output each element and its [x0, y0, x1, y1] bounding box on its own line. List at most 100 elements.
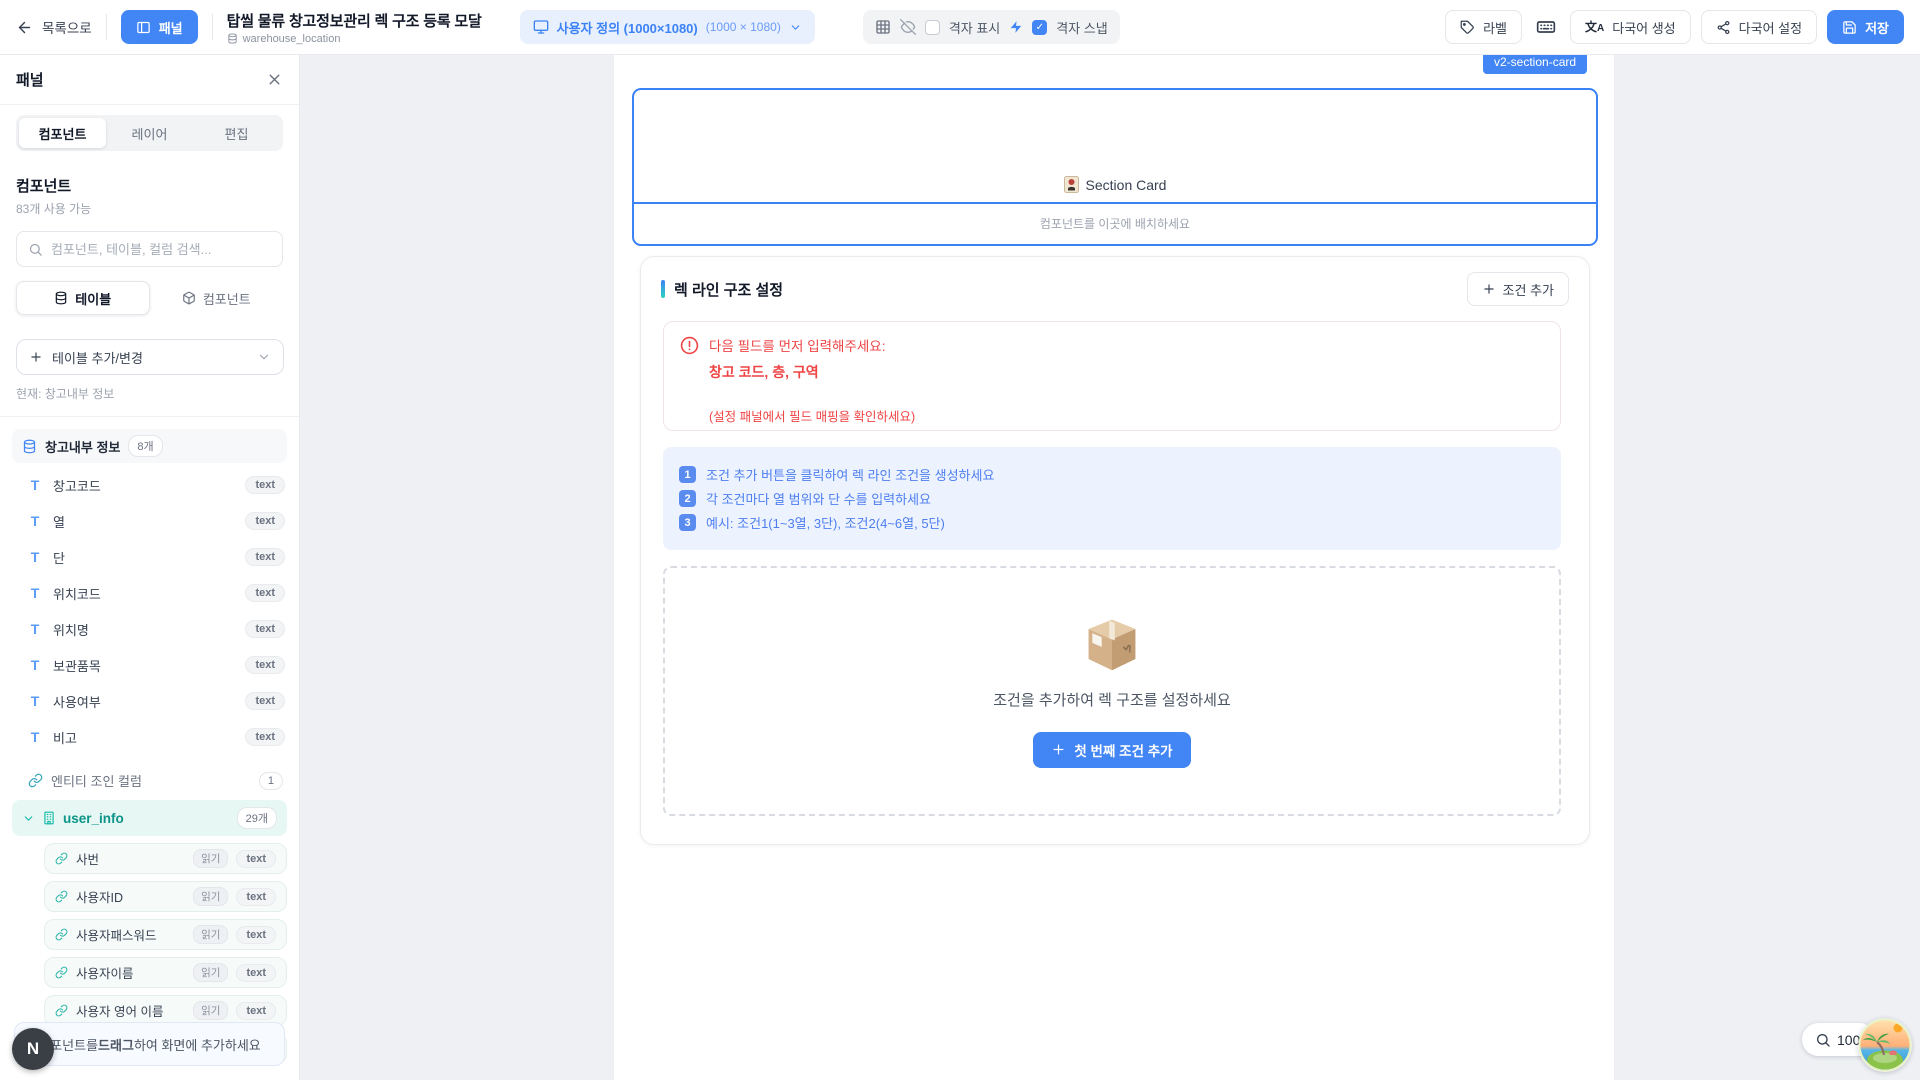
source-tabs: 테이블 컴포넌트	[16, 281, 283, 315]
app-logo-badge[interactable]: N	[12, 1028, 54, 1070]
database-icon	[54, 291, 68, 305]
join-field-row[interactable]: 사용자ID 읽기 text	[44, 881, 287, 912]
join-table-name: user_info	[63, 811, 230, 826]
eye-off-icon[interactable]	[900, 19, 916, 35]
keyboard-shortcuts-button[interactable]	[1532, 17, 1560, 37]
text-type-icon: T	[28, 477, 42, 493]
keyboard-icon	[1536, 17, 1556, 37]
join-field-row[interactable]: 사용자패스워드 읽기 text	[44, 919, 287, 950]
join-table-count-badge: 29개	[237, 807, 277, 829]
section-card-dropzone[interactable]: 컴포넌트를 이곳에 배치하세요	[634, 202, 1596, 242]
page-title-block: 탑씰 물류 창고정보관리 렉 구조 등록 모달 warehouse_locati…	[227, 10, 482, 45]
add-first-condition-button[interactable]: 첫 번째 조건 추가	[1033, 732, 1190, 768]
grid-icon	[875, 19, 891, 35]
join-field-row[interactable]: 사번 읽기 text	[44, 843, 287, 874]
grid-snap-checkbox[interactable]: ✓	[1032, 20, 1047, 35]
field-row[interactable]: T창고코드text	[0, 467, 299, 503]
text-type-icon: T	[28, 585, 42, 601]
add-condition-button[interactable]: 조건 추가	[1467, 272, 1569, 306]
readonly-badge: 읽기	[193, 849, 228, 868]
grid-controls: 격자 표시 ✓ 격자 스냅	[863, 10, 1120, 44]
panel-header: 패널	[0, 55, 299, 105]
panel-button-label: 패널	[159, 18, 183, 37]
field-row[interactable]: T열text	[0, 503, 299, 539]
table-group-name: 창고내부 정보	[45, 437, 120, 456]
join-field-row[interactable]: 사용자이름 읽기 text	[44, 957, 287, 988]
label-button[interactable]: 라벨	[1445, 10, 1522, 44]
search-icon	[28, 242, 43, 257]
source-tab-components-label: 컴포넌트	[203, 289, 251, 308]
field-row[interactable]: T위치코드text	[0, 575, 299, 611]
i18n-generate-text: 다국어 생성	[1612, 18, 1675, 37]
link-icon	[55, 890, 68, 903]
field-row[interactable]: T위치명text	[0, 611, 299, 647]
components-count: 83개 사용 가능	[16, 200, 283, 217]
text-type-icon: T	[28, 657, 42, 673]
drag-hint-bar: 컴포넌트를 드래그하여 화면에 추가하세요	[14, 1022, 285, 1066]
divider	[106, 14, 107, 40]
table-name-label: warehouse_location	[243, 33, 341, 45]
type-badge: text	[236, 888, 276, 906]
viewport-selector[interactable]: 사용자 정의 (1000×1080) (1000 × 1080)	[520, 10, 815, 44]
source-tab-components[interactable]: 컴포넌트	[150, 281, 284, 315]
plus-icon	[29, 350, 43, 364]
topbar-actions: 라벨 文A 다국어 생성 다국어 설정 저장	[1445, 10, 1904, 44]
type-badge: text	[245, 584, 285, 602]
field-row[interactable]: T단text	[0, 539, 299, 575]
instruction-steps-box: 1 조건 추가 버튼을 클릭하여 렉 라인 조건을 생성하세요 2 각 조건마다…	[663, 447, 1561, 550]
search-input[interactable]	[51, 242, 271, 257]
tab-layers[interactable]: 레이어	[106, 118, 193, 148]
topbar: 목록으로 패널 탑씰 물류 창고정보관리 렉 구조 등록 모달 warehous…	[0, 0, 1920, 55]
text-type-icon: T	[28, 513, 42, 529]
rack-card-title: 렉 라인 구조 설정	[674, 279, 1467, 300]
save-button[interactable]: 저장	[1827, 10, 1904, 44]
type-badge: text	[245, 548, 285, 566]
field-row[interactable]: T사용여부text	[0, 683, 299, 719]
join-table-row-user-info[interactable]: user_info 29개	[12, 800, 287, 836]
link-icon	[55, 928, 68, 941]
section-card-component[interactable]: Section Card 컴포넌트를 이곳에 배치하세요	[632, 88, 1598, 246]
grid-show-checkbox[interactable]	[925, 20, 940, 35]
type-badge: text	[236, 850, 276, 868]
plus-icon	[1051, 742, 1066, 757]
workflow-icon	[1716, 20, 1731, 35]
island-sticker[interactable]	[1858, 1018, 1912, 1072]
hanafuda-card-icon	[1064, 176, 1079, 193]
type-badge: text	[245, 692, 285, 710]
i18n-settings-text: 다국어 설정	[1739, 18, 1802, 37]
package-box-icon	[1082, 615, 1142, 673]
table-group-count-badge: 8개	[128, 435, 162, 457]
link-icon	[28, 773, 43, 788]
viewport-size: (1000 × 1080)	[706, 20, 781, 34]
plus-icon	[1482, 282, 1496, 296]
field-row[interactable]: T비고text	[0, 719, 299, 755]
rack-card-header: 렉 라인 구조 설정 조건 추가	[641, 257, 1589, 306]
magnifier-icon	[1815, 1032, 1831, 1048]
panel-toggle-button[interactable]: 패널	[121, 10, 198, 44]
source-tab-tables[interactable]: 테이블	[16, 281, 150, 315]
field-row[interactable]: T보관품목text	[0, 647, 299, 683]
close-panel-button[interactable]	[266, 71, 283, 88]
source-tab-tables-label: 테이블	[75, 289, 111, 308]
back-to-list-button[interactable]: 목록으로	[16, 17, 92, 37]
panel-left-icon	[136, 20, 151, 35]
arrow-left-icon	[16, 19, 33, 36]
tab-edit[interactable]: 편집	[193, 118, 280, 148]
add-table-button[interactable]: 테이블 추가/변경	[16, 339, 284, 375]
alert-required-fields: 창고 코드, 층, 구역	[709, 362, 915, 382]
search-box	[16, 231, 283, 267]
chevron-down-icon	[257, 350, 271, 364]
i18n-generate-button[interactable]: 文A 다국어 생성	[1570, 10, 1691, 44]
i18n-settings-button[interactable]: 다국어 설정	[1701, 10, 1817, 44]
tab-components[interactable]: 컴포넌트	[19, 118, 106, 148]
package-icon	[182, 291, 196, 305]
rack-structure-card: 렉 라인 구조 설정 조건 추가 다음 필드를 먼저 입력해주세요: 창고 코드…	[640, 256, 1590, 845]
alert-line1: 다음 필드를 먼저 입력해주세요:	[709, 335, 915, 355]
panel-tabs: 컴포넌트 레이어 편집	[16, 115, 283, 151]
step-number: 2	[679, 490, 696, 507]
table-group-row[interactable]: 창고내부 정보 8개	[12, 429, 287, 463]
entity-join-header: 엔티티 조인 컬럼 1	[0, 771, 299, 790]
current-table-label: 현재: 창고내부 정보	[16, 385, 283, 402]
entity-join-label: 엔티티 조인 컬럼	[51, 771, 251, 790]
alert-text-block: 다음 필드를 먼저 입력해주세요: 창고 코드, 층, 구역 (설정 패널에서 …	[709, 335, 915, 417]
